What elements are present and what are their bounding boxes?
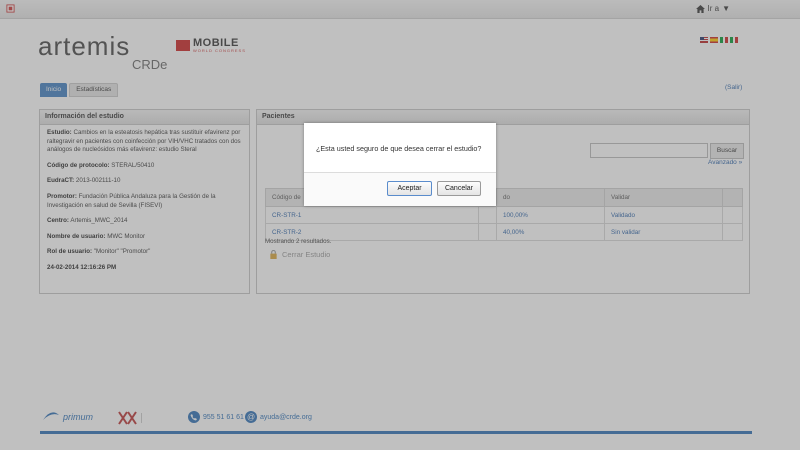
accept-button[interactable]: Aceptar (387, 181, 432, 196)
confirm-dialog: ¿Esta usted seguro de que desea cerrar e… (304, 123, 496, 206)
dialog-message: ¿Esta usted seguro de que desea cerrar e… (316, 144, 482, 153)
modal-overlay[interactable] (0, 0, 800, 450)
cancel-button[interactable]: Cancelar (437, 181, 481, 196)
dialog-divider (304, 172, 496, 173)
